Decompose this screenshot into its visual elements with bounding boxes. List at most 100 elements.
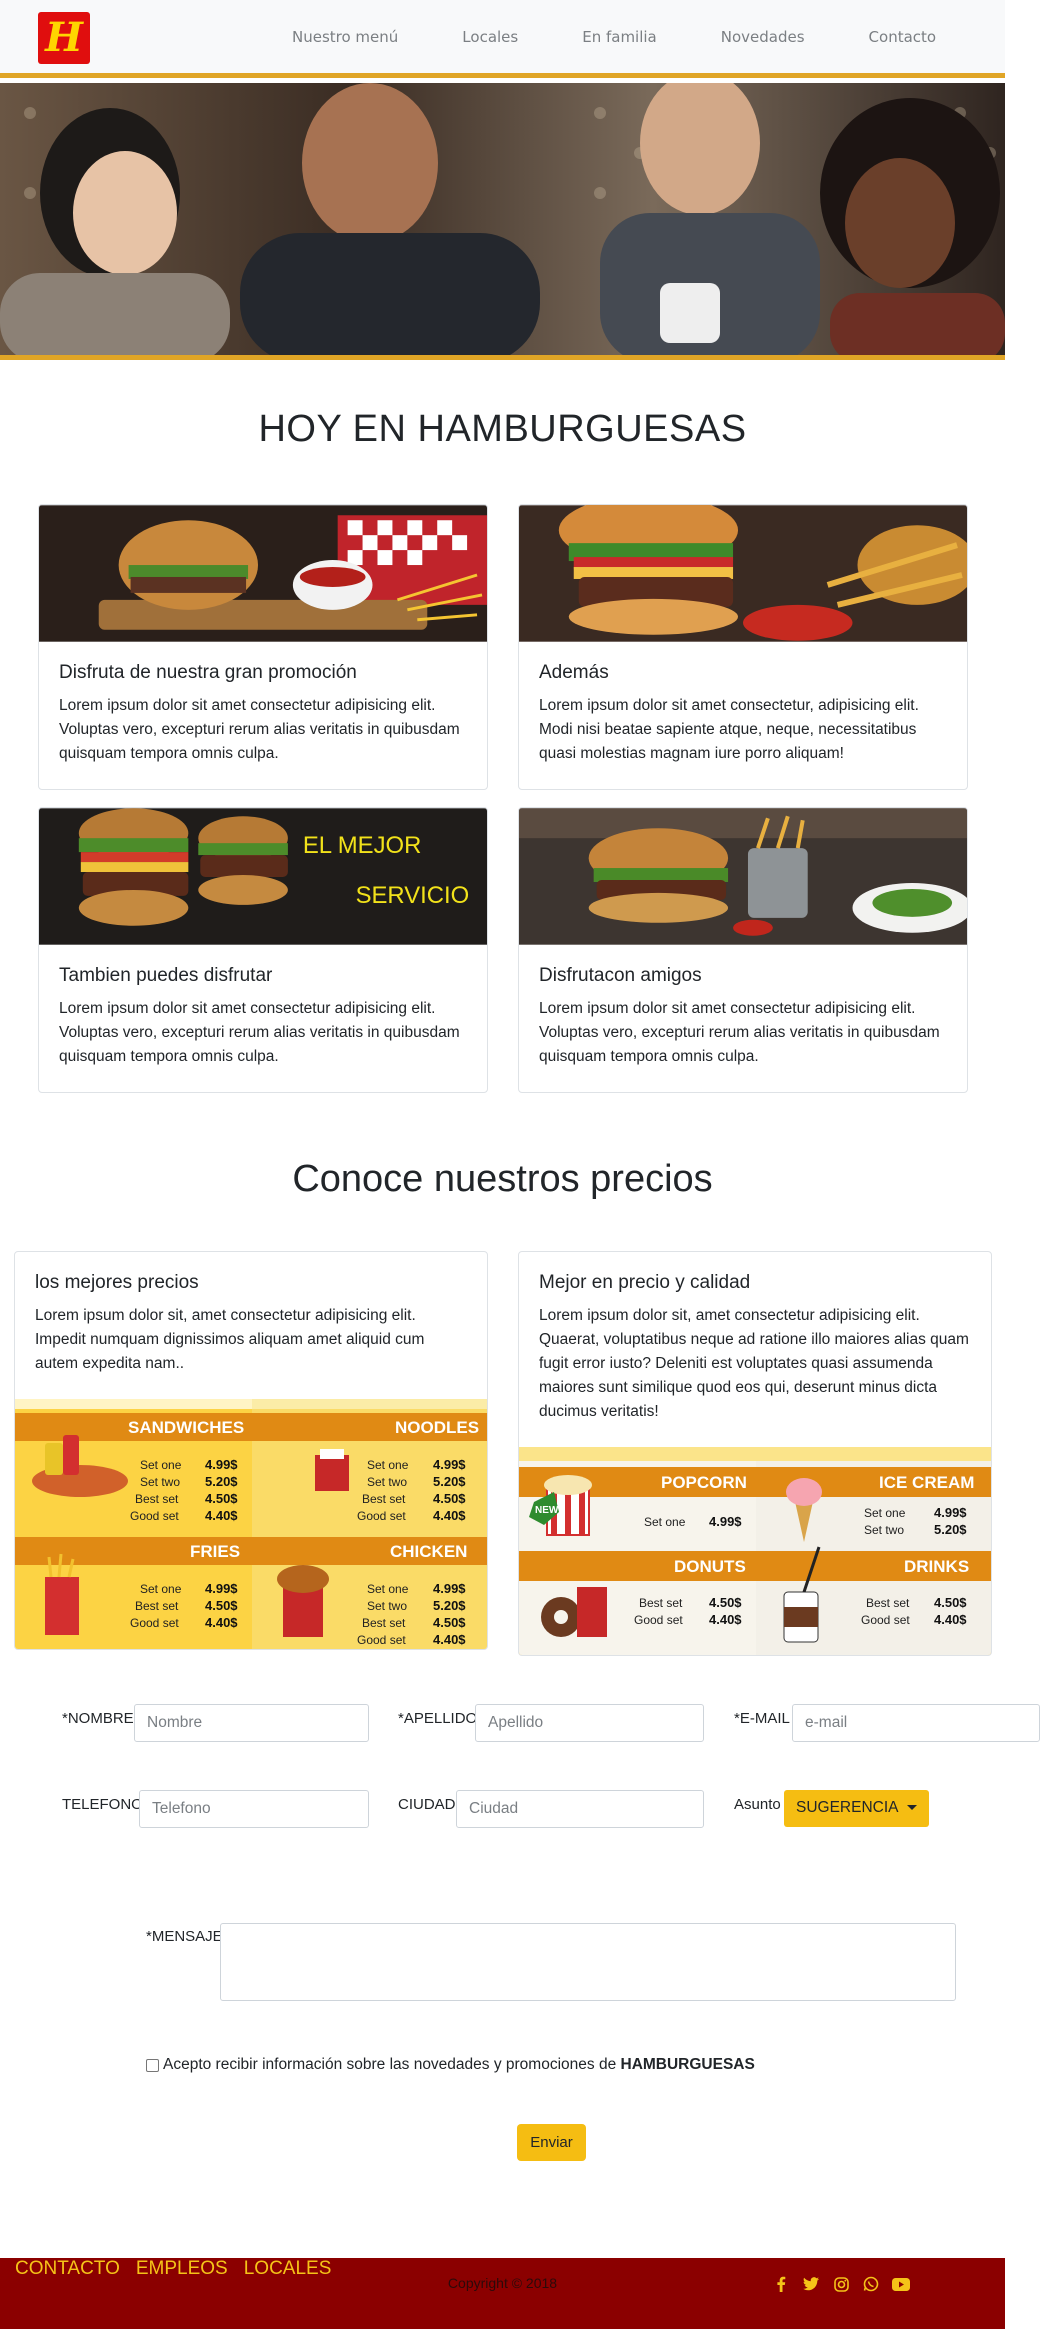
nombre-input[interactable] [134,1704,369,1742]
menu-item: Good set [634,1613,683,1627]
asunto-value: SUGERENCIA [796,1799,899,1816]
menu-price: 5.20$ [433,1598,466,1613]
menu-title: POPCORN [661,1473,747,1492]
menu-item: Set one [367,1458,409,1472]
menu-item: Good set [357,1633,406,1647]
menu-item: Set two [864,1523,904,1537]
menu-price: 4.50$ [205,1491,238,1506]
menu-item: Set two [367,1599,407,1613]
card-text: Lorem ipsum dolor sit, amet consectetur … [539,1307,969,1420]
menu-price: 4.50$ [433,1491,466,1506]
menu-title: DRINKS [904,1557,969,1576]
social-links [772,2276,922,2292]
hero-image [0,83,1005,355]
navbar: H Nuestro menú Locales En familia Noveda… [0,0,1005,78]
menu-price: 4.99$ [205,1457,238,1472]
menu-price: 4.99$ [205,1581,238,1596]
menu-price: 4.99$ [433,1457,466,1472]
mensaje-textarea[interactable] [220,1923,956,2001]
submit-button[interactable]: Enviar [517,2124,586,2161]
menu-title: SANDWICHES [128,1418,244,1437]
disfrutar-card: EL MEJOR SERVICIO Tambien puedes disfrut… [38,807,488,1093]
chevron-down-icon [906,1805,917,1811]
menu-price: 5.20$ [433,1474,466,1489]
card-image [519,808,967,945]
menu-price: 4.40$ [433,1632,466,1647]
consent-brand: HAMBURGUESAS [620,2056,755,2073]
youtube-icon[interactable] [892,2276,910,2292]
instagram-icon[interactable] [832,2276,850,2292]
telefono-input[interactable] [139,1790,369,1828]
menu-price: 4.40$ [934,1612,967,1627]
menu-price: 4.40$ [205,1508,238,1523]
menu-price: 5.20$ [205,1474,238,1489]
consent-checkbox[interactable] [146,2058,159,2072]
asunto-dropdown[interactable]: SUGERENCIA [784,1790,929,1827]
nav-link-locales[interactable]: Locales [462,28,518,46]
ciudad-input[interactable] [456,1790,704,1828]
amigos-card: Disfrutacon amigos Lorem ipsum dolor sit… [518,807,968,1093]
menu-title: DONUTS [674,1557,746,1576]
menu-item: Set one [864,1506,906,1520]
menu-item: Best set [639,1596,683,1610]
whatsapp-icon[interactable] [862,2276,880,2292]
menu-price: 4.50$ [205,1598,238,1613]
nav-link-menu[interactable]: Nuestro menú [292,28,398,46]
menu-price: 4.99$ [709,1514,742,1529]
menu-item: Set one [140,1458,182,1472]
ademas-card: Además Lorem ipsum dolor sit amet consec… [518,504,968,790]
nav-link-familia[interactable]: En familia [582,28,657,46]
nav-links: Nuestro menú Locales En familia Novedade… [292,28,936,46]
menu-item: Good set [130,1616,179,1630]
menu-title: NOODLES [395,1418,479,1437]
asunto-label: Asunto [734,1796,781,1813]
nombre-label: *NOMBRE [62,1710,134,1727]
menu-board-1: SANDWICHES NOODLES FRIES CHICKEN Set one… [15,1399,487,1649]
card-title: Mejor en precio y calidad [539,1272,751,1293]
card-image: EL MEJOR SERVICIO [39,808,487,945]
menu-price: 4.40$ [205,1615,238,1630]
mensaje-label: *MENSAJE [146,1928,223,1945]
brand-logo[interactable]: H [38,12,90,64]
menu-item: Good set [861,1613,910,1627]
menu-item: Best set [362,1492,406,1506]
menu-item: Best set [135,1492,179,1506]
email-label: *E-MAIL [734,1710,790,1727]
promo-card: Disfruta de nuestra gran promoción Lorem… [38,504,488,790]
nav-link-novedades[interactable]: Novedades [721,28,805,46]
email-input[interactable] [792,1704,1040,1742]
menu-price: 4.50$ [709,1595,742,1610]
menu-title: ICE CREAM [879,1473,974,1492]
menu-price: 4.99$ [433,1581,466,1596]
card-title: los mejores precios [35,1272,199,1293]
twitter-icon[interactable] [802,2276,820,2292]
nav-link-contacto[interactable]: Contacto [869,28,937,46]
facebook-icon[interactable] [772,2276,790,2292]
menu-price: 4.50$ [433,1615,466,1630]
menu-item: Set two [140,1475,180,1489]
card-title: Además [539,662,609,683]
banner-line1: EL MEJOR [303,832,422,859]
new-badge: NEW! [535,1505,562,1516]
banner-line2: SERVICIO [356,882,470,909]
hero-border [0,355,1005,360]
ciudad-label: CIUDAD [398,1796,456,1813]
menu-price: 4.99$ [934,1505,967,1520]
menu-item: Set one [367,1582,409,1596]
menu-price: 5.20$ [934,1522,967,1537]
menu-item: Good set [357,1509,406,1523]
section-title-hoy: HOY EN HAMBURGUESAS [258,408,747,450]
menu-price: 4.40$ [433,1508,466,1523]
menu-item: Set one [644,1515,686,1529]
price-card-2: Mejor en precio y calidad Lorem ipsum do… [518,1251,992,1656]
card-title: Disfrutacon amigos [539,965,702,986]
apellido-input[interactable] [475,1704,704,1742]
card-image [519,505,967,642]
consent-text: Acepto recibir información sobre las nov… [163,2056,617,2073]
telefono-label: TELEFONO [62,1796,143,1813]
card-text: Lorem ipsum dolor sit amet consectetur a… [59,1000,460,1065]
menu-title: CHICKEN [390,1542,467,1561]
apellido-label: *APELLIDO [398,1710,478,1727]
card-image [39,505,487,642]
card-text: Lorem ipsum dolor sit, amet consectetur … [35,1307,425,1372]
